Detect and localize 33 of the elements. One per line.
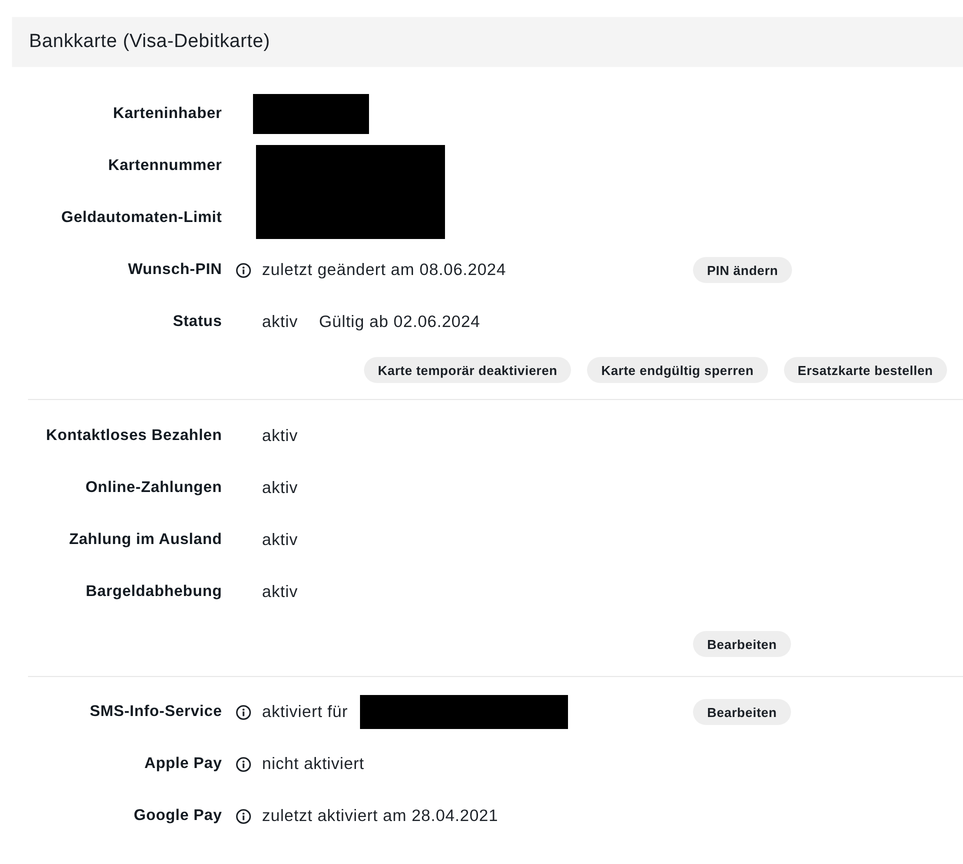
field-value: nicht aktiviert [262, 754, 364, 774]
info-icon[interactable] [236, 262, 251, 278]
info-icon[interactable] [236, 756, 251, 772]
action-button[interactable]: Karte temporär deaktivieren [364, 357, 572, 383]
field-label: Kontaktloses Bezahlen [46, 427, 222, 445]
validity-date: Gültig ab 02.06.2024 [318, 312, 480, 332]
field-value: aktiv [262, 426, 298, 446]
action-button[interactable]: Ersatzkarte bestellen [784, 357, 947, 383]
field-label: Apple Pay [144, 755, 222, 773]
field-label: Zahlung im Ausland [69, 531, 222, 549]
field-label: Wunsch-PIN [128, 261, 222, 279]
field-value: aktiv [262, 478, 298, 498]
field-label: Bargeldabhebung [86, 583, 222, 601]
info-icon[interactable] [236, 808, 251, 824]
field-value: zuletzt geändert am 08.06.2024 [262, 260, 506, 280]
field-label: Status [172, 313, 222, 331]
field-label: Geldautomaten-Limit [61, 209, 222, 227]
field-value: aktiviert für [262, 702, 348, 722]
field-value: aktiv [262, 582, 298, 602]
field-value: aktiv [262, 530, 298, 550]
field-label: SMS-Info-Service [90, 703, 222, 721]
field-label: Kartennummer [108, 157, 222, 175]
field-label: Google Pay [134, 807, 222, 825]
info-icon[interactable] [236, 704, 251, 720]
field-label: Karteninhaber [113, 105, 222, 123]
action-button[interactable]: Karte endgültig sperren [587, 357, 768, 383]
action-button[interactable]: PIN ändern [693, 257, 792, 283]
card-title: Bankkarte (Visa-Debitkarte) [29, 31, 270, 53]
field-value: zuletzt aktiviert am 28.04.2021 [262, 806, 498, 826]
field-value: aktiv [262, 312, 298, 332]
field-label: Online-Zahlungen [85, 479, 222, 497]
edit-button[interactable]: Bearbeiten [693, 631, 791, 657]
action-button[interactable]: Bearbeiten [693, 699, 791, 725]
